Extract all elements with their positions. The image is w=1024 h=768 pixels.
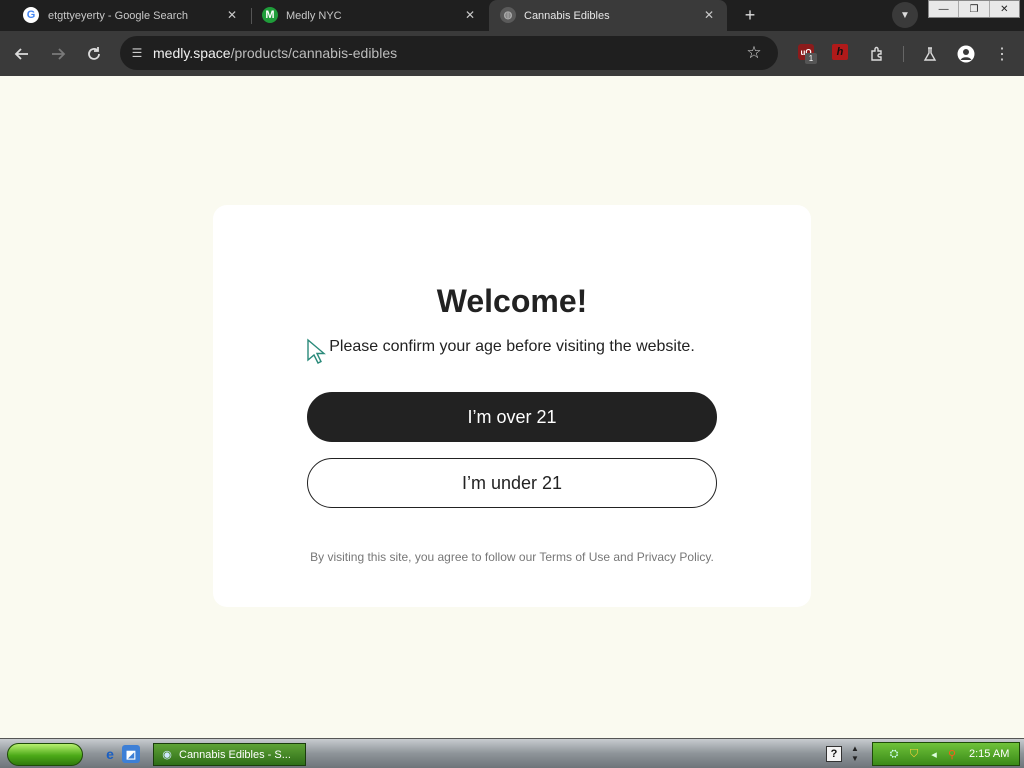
under-21-button[interactable]: I’m under 21 <box>307 458 717 508</box>
over-21-button[interactable]: I’m over 21 <box>307 392 717 442</box>
modal-subtitle: Please confirm your age before visiting … <box>329 338 695 355</box>
taskbar-item-browser[interactable]: ◉ Cannabis Edibles - S... <box>153 743 306 766</box>
close-tab-icon[interactable]: ✕ <box>224 7 240 23</box>
taskbar-item-label: Cannabis Edibles - S... <box>179 748 291 761</box>
modal-title: Welcome! <box>436 283 588 319</box>
tab-title: etgttyeyerty - Google Search <box>48 10 189 22</box>
h-extension-icon[interactable]: h <box>832 44 848 60</box>
tab-strip: G etgttyeyerty - Google Search ✕ M Medly… <box>0 0 1024 31</box>
close-window-button[interactable]: ✕ <box>990 1 1019 17</box>
site-info-icon[interactable]: ☰ <box>128 44 146 62</box>
chevron-down-icon: ▼ <box>900 9 910 21</box>
arrow-left-icon <box>14 48 28 60</box>
close-tab-icon[interactable]: ✕ <box>701 7 717 23</box>
chrome-icon: ◉ <box>162 749 172 761</box>
google-g-icon: G <box>23 7 39 23</box>
globe-icon: ◍ <box>500 7 516 23</box>
tab-google-search[interactable]: G etgttyeyerty - Google Search ✕ <box>0 0 250 31</box>
reload-icon <box>88 47 100 60</box>
arrow-right-icon <box>52 48 66 60</box>
profile-avatar-icon[interactable] <box>954 42 978 66</box>
modal-footer-text: By visiting this site, you agree to foll… <box>310 550 714 564</box>
toolbar-divider <box>903 46 904 62</box>
tab-medly-nyc[interactable]: M Medly NYC ✕ <box>252 0 488 31</box>
reload-button[interactable] <box>82 42 106 66</box>
ublock-badge: 1 <box>805 53 817 64</box>
medly-m-icon: M <box>262 7 278 23</box>
tab-title: Cannabis Edibles <box>524 10 610 22</box>
age-verification-modal: Welcome! Please confirm your age before … <box>213 205 811 607</box>
taskbar-clock: 2:15 AM <box>969 748 1010 760</box>
system-tray: ⛭ ⛉ ◂ ⚲ 2:15 AM <box>872 742 1020 766</box>
start-button[interactable] <box>7 743 83 766</box>
window-controls: — ❐ ✕ <box>928 0 1020 18</box>
url-text[interactable]: medly.space/products/cannabis-edibles <box>153 45 397 61</box>
tab-title: Medly NYC <box>286 10 342 22</box>
new-tab-button[interactable]: + <box>738 4 762 26</box>
search-icon[interactable]: ⚲ <box>945 747 959 761</box>
tab-search-button[interactable]: ▼ <box>892 2 918 28</box>
internet-explorer-icon[interactable]: e <box>101 745 119 763</box>
taskbar: e ◩ ◉ Cannabis Edibles - S... ? ▲ ▼ ⛭ ⛉ ◂… <box>0 738 1024 768</box>
tray-scroll-arrows[interactable]: ▲ ▼ <box>850 744 860 764</box>
url-host: medly.space <box>153 45 231 61</box>
labs-flask-icon[interactable] <box>918 42 942 66</box>
page-viewport: Welcome! Please confirm your age before … <box>0 76 1024 738</box>
help-icon[interactable]: ? <box>826 746 842 762</box>
browser-toolbar: ☰ medly.space/products/cannabis-edibles … <box>0 31 1024 76</box>
address-bar[interactable]: ☰ medly.space/products/cannabis-edibles … <box>120 36 778 70</box>
security-shield-icon[interactable]: ⛉ <box>907 747 921 761</box>
back-button[interactable] <box>10 42 34 66</box>
volume-icon[interactable]: ◂ <box>927 747 941 761</box>
tab-cannabis-edibles[interactable]: ◍ Cannabis Edibles ✕ <box>489 0 727 31</box>
close-tab-icon[interactable]: ✕ <box>462 7 478 23</box>
restore-button[interactable]: ❐ <box>959 1 990 17</box>
forward-button[interactable] <box>46 42 70 66</box>
browser-menu-icon[interactable]: ⋮ <box>990 42 1014 66</box>
minimize-button[interactable]: — <box>929 1 960 17</box>
mouse-cursor-icon <box>307 338 326 364</box>
url-path: /products/cannabis-edibles <box>230 45 398 61</box>
bookmark-star-icon[interactable]: ☆ <box>744 43 764 63</box>
extensions-puzzle-icon[interactable] <box>865 42 889 66</box>
quick-launch-app-icon[interactable]: ◩ <box>122 745 140 763</box>
network-icon[interactable]: ⛭ <box>887 747 901 761</box>
